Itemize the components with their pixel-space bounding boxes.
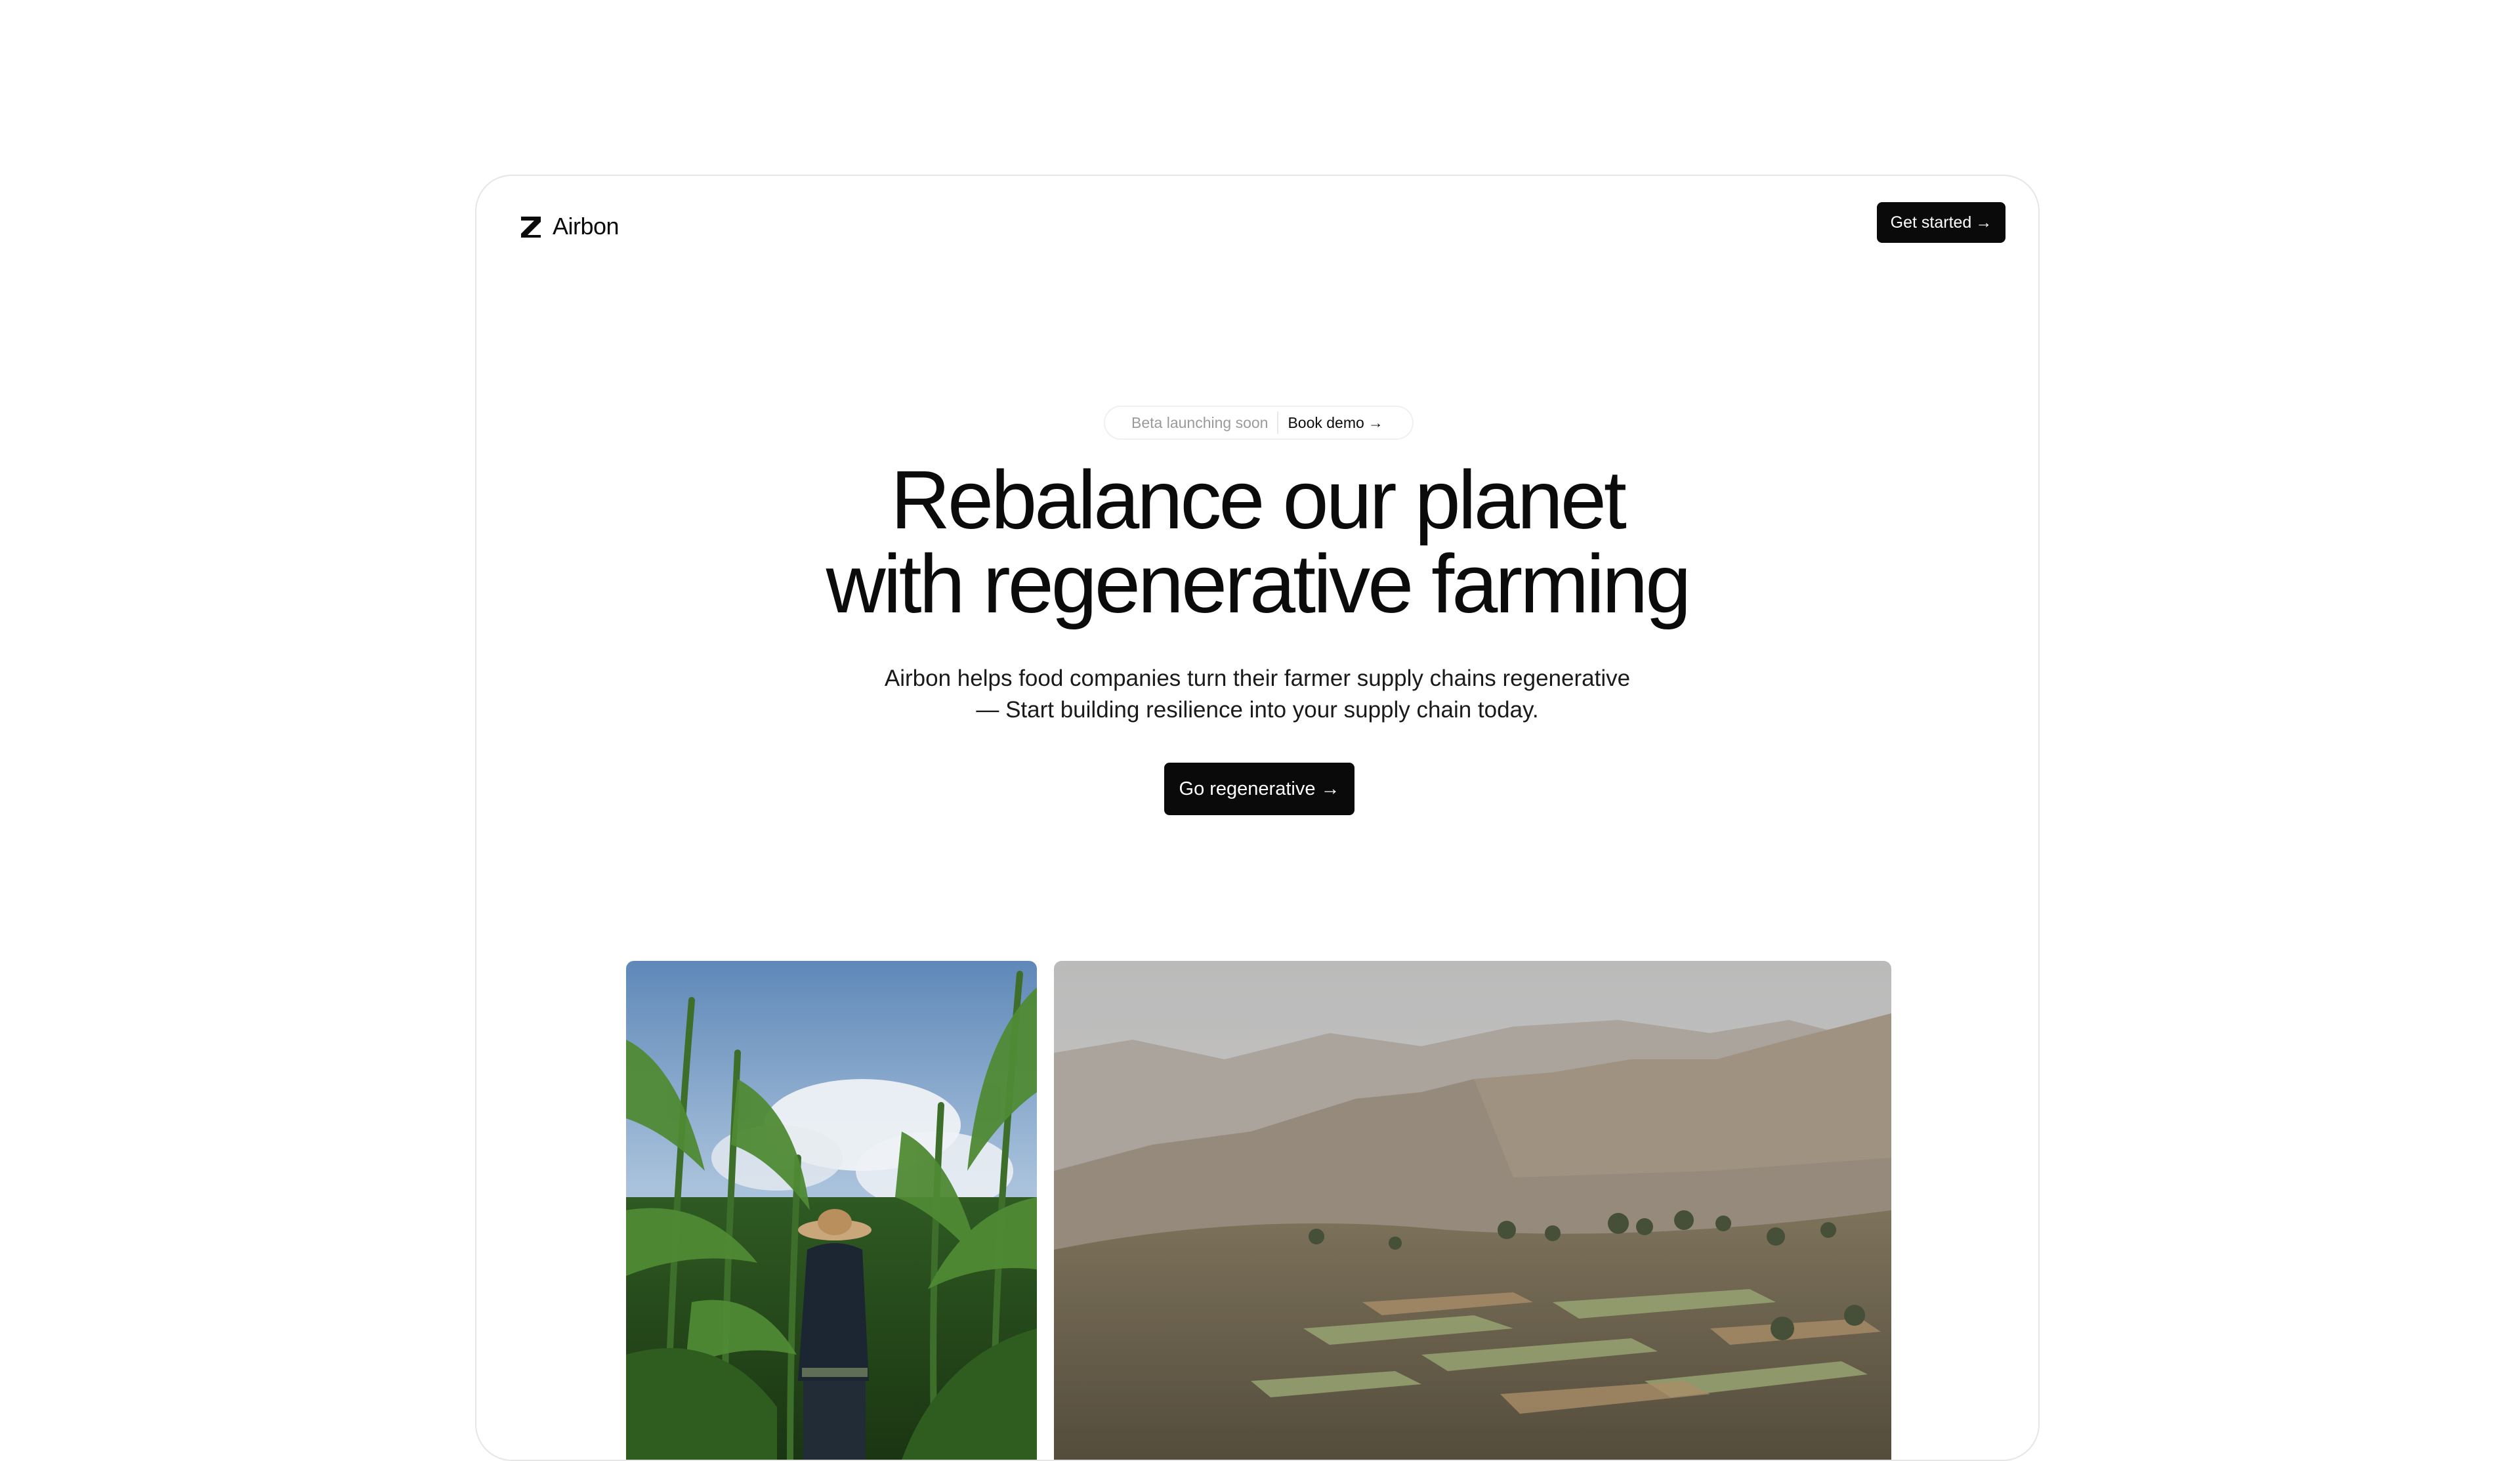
hero-subtext: Airbon helps food companies turn their f… xyxy=(476,663,2038,726)
book-demo-label: Book demo xyxy=(1288,413,1364,431)
brand-name: Airbon xyxy=(553,213,620,240)
logo[interactable]: Airbon xyxy=(517,210,620,243)
hero-headline: Rebalance our planet with regenerative f… xyxy=(476,458,2038,626)
go-regenerative-label: Go regenerative xyxy=(1179,778,1316,799)
get-started-label: Get started xyxy=(1890,213,1972,232)
go-regenerative-button[interactable]: Go regenerative → xyxy=(1164,763,1354,815)
get-started-button[interactable]: Get started → xyxy=(1877,202,2006,243)
hero-subtext-line-2: — Start building resilience into your su… xyxy=(976,697,1539,723)
hero-headline-line-1: Rebalance our planet xyxy=(891,454,1627,546)
beta-status-text: Beta launching soon xyxy=(1131,413,1269,431)
terraced-valley-photo xyxy=(1054,961,1891,1460)
announcement-pill: Beta launching soon Book demo → xyxy=(1104,406,1414,440)
arrow-right-icon: → xyxy=(1368,413,1383,431)
page-frame: Airbon Get started → Beta launching soon… xyxy=(475,175,2040,1461)
arrow-right-icon: → xyxy=(1320,778,1340,799)
book-demo-link[interactable]: Book demo → xyxy=(1278,407,1383,438)
airbon-logo-icon xyxy=(521,217,541,238)
farmer-cornfield-photo xyxy=(626,961,1037,1460)
hero-headline-line-2: with regenerative farming xyxy=(826,538,1692,630)
hero-subtext-line-1: Airbon helps food companies turn their f… xyxy=(884,666,1631,691)
arrow-right-icon: → xyxy=(1975,213,1992,232)
